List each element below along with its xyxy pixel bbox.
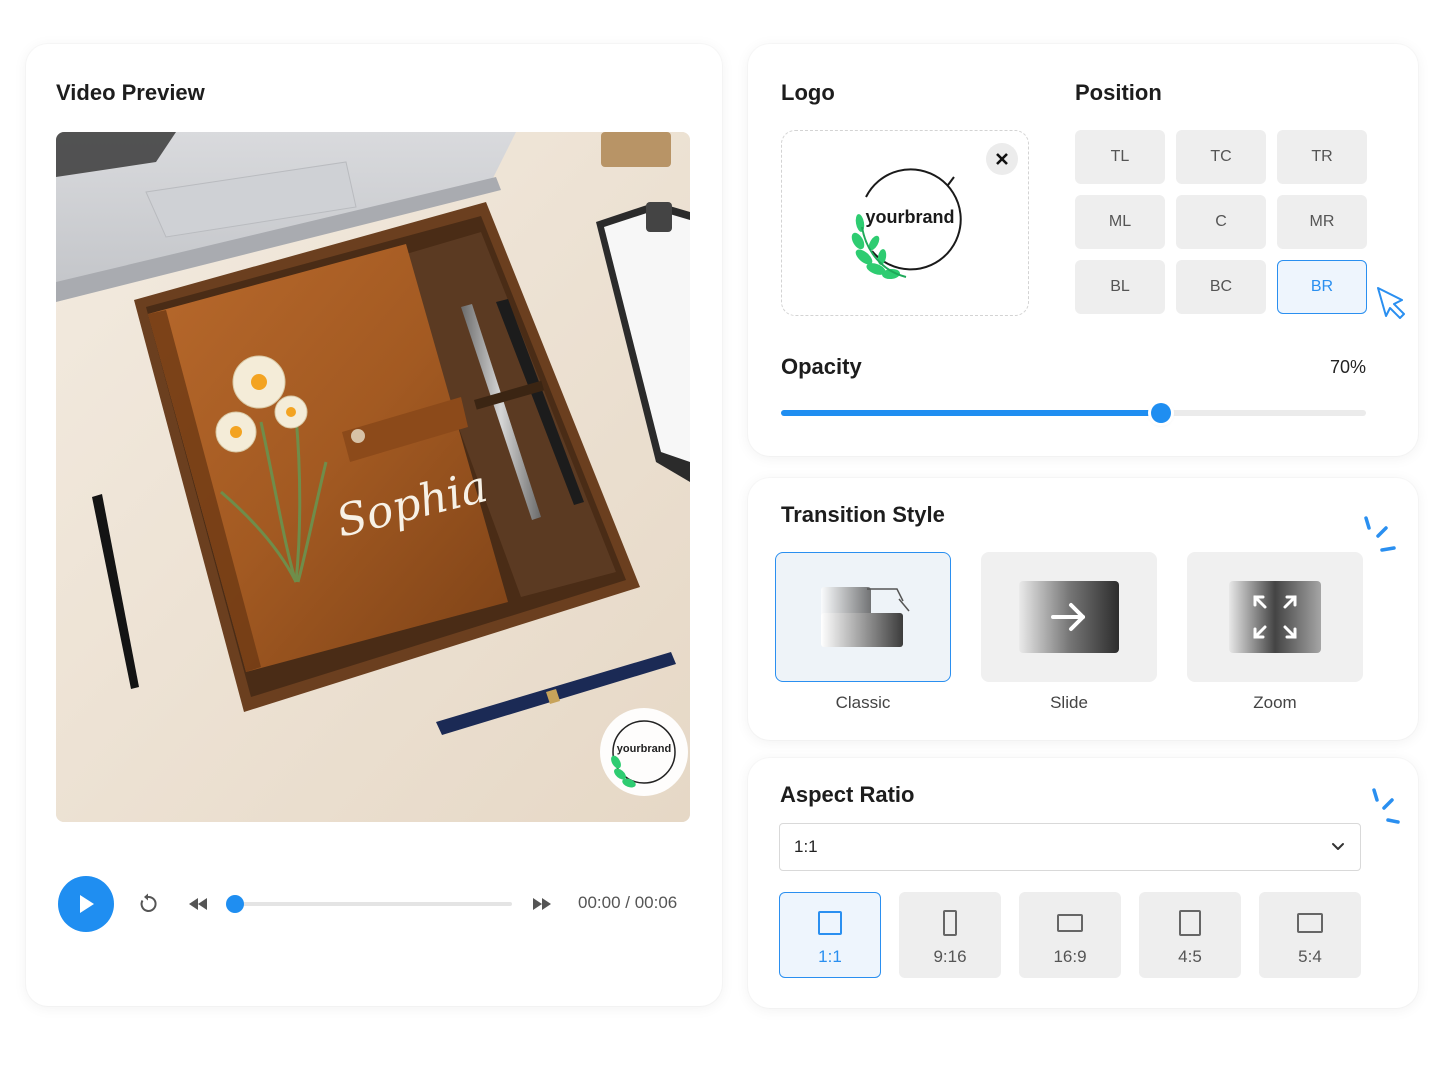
transition-zoom-label: Zoom (1253, 693, 1297, 712)
aspect-ratio-card: Aspect Ratio 1:1 1:1 9:16 16:9 4:5 5:4 (748, 758, 1418, 1008)
aspect-ratio-label: 16:9 (1053, 947, 1087, 966)
aspect-ratio-shape-icon (1057, 914, 1083, 932)
logo-settings-card: Logo Position yourbrand TL TC TR ML C MR BL BC B… (748, 44, 1418, 456)
logo-title: Logo (781, 80, 835, 105)
opacity-slider[interactable] (781, 403, 1366, 423)
slide-transition-icon (1019, 581, 1119, 653)
play-button[interactable] (58, 876, 114, 932)
brand-logo-text: yourbrand (865, 207, 954, 227)
transition-slide-option[interactable] (981, 552, 1157, 682)
position-br-button[interactable]: BR (1277, 260, 1367, 314)
video-preview-title: Video Preview (56, 80, 205, 105)
video-preview-card: Video Preview Sophia yourbrand 00:00 / 0… (26, 44, 722, 1006)
replay-button[interactable] (132, 888, 164, 920)
position-mr-button[interactable]: MR (1277, 195, 1367, 249)
cursor-pointer-icon (1377, 287, 1405, 319)
aspect-ratio-label: 4:5 (1178, 947, 1202, 966)
aspect-ratio-shape-icon (1179, 910, 1201, 936)
logo-upload-area[interactable]: yourbrand (781, 130, 1029, 316)
play-icon (80, 895, 94, 913)
replay-icon (140, 893, 157, 912)
sparkle-icon (1364, 516, 1396, 552)
position-tc-button[interactable]: TC (1176, 130, 1266, 184)
transition-classic-option[interactable] (775, 552, 951, 682)
aspect-ratio-shape-icon (1297, 913, 1323, 933)
video-progress-knob[interactable] (226, 895, 244, 913)
playback-controls: 00:00 / 00:06 (56, 874, 696, 934)
aspect-ratio-1-1-button[interactable]: 1:1 (779, 892, 881, 978)
video-preview-image: Sophia yourbrand (56, 132, 690, 822)
sparkle-icon (1372, 788, 1400, 824)
aspect-ratio-9-16-button[interactable]: 9:16 (899, 892, 1001, 978)
fast-forward-icon (533, 898, 551, 910)
transition-style-card: Transition Style Classic Slide Zoom (748, 478, 1418, 740)
transition-classic-label: Classic (835, 693, 891, 712)
zoom-transition-icon (1229, 581, 1321, 653)
aspect-ratio-16-9-button[interactable]: 16:9 (1019, 892, 1121, 978)
aspect-ratio-label: 5:4 (1298, 947, 1322, 966)
chevron-down-icon (1332, 843, 1344, 850)
aspect-ratio-shape-icon (943, 910, 957, 936)
position-bc-button[interactable]: BC (1176, 260, 1266, 314)
aspect-ratio-label: 1:1 (818, 947, 842, 966)
opacity-label: Opacity (781, 354, 862, 379)
opacity-value: 70% (1329, 357, 1366, 377)
position-title: Position (1075, 80, 1162, 105)
aspect-ratio-select[interactable]: 1:1 (779, 823, 1361, 871)
transition-style-title: Transition Style (781, 502, 945, 527)
aspect-ratio-select-value: 1:1 (794, 837, 818, 856)
rewind-button[interactable] (182, 888, 214, 920)
transition-zoom-option[interactable] (1187, 552, 1363, 682)
aspect-ratio-label: 9:16 (933, 947, 967, 966)
position-ml-button[interactable]: ML (1075, 195, 1165, 249)
position-bl-button[interactable]: BL (1075, 260, 1165, 314)
close-icon (996, 153, 1008, 165)
rewind-icon (189, 898, 207, 910)
aspect-ratio-shape-icon (818, 911, 842, 935)
aspect-ratio-4-5-button[interactable]: 4:5 (1139, 892, 1241, 978)
position-c-button[interactable]: C (1176, 195, 1266, 249)
opacity-slider-fill (781, 410, 1162, 416)
video-progress-bar[interactable] (226, 895, 512, 913)
aspect-ratio-title: Aspect Ratio (780, 782, 915, 807)
opacity-slider-knob[interactable] (1151, 403, 1172, 423)
fast-forward-button[interactable] (526, 888, 558, 920)
classic-transition-icon (821, 587, 910, 647)
video-time: 00:00 / 00:06 (578, 893, 678, 912)
position-tr-button[interactable]: TR (1277, 130, 1367, 184)
aspect-ratio-5-4-button[interactable]: 5:4 (1259, 892, 1361, 978)
position-tl-button[interactable]: TL (1075, 130, 1165, 184)
transition-slide-label: Slide (1050, 693, 1088, 712)
remove-logo-button[interactable] (986, 143, 1018, 175)
watermark-text: yourbrand (617, 743, 671, 755)
